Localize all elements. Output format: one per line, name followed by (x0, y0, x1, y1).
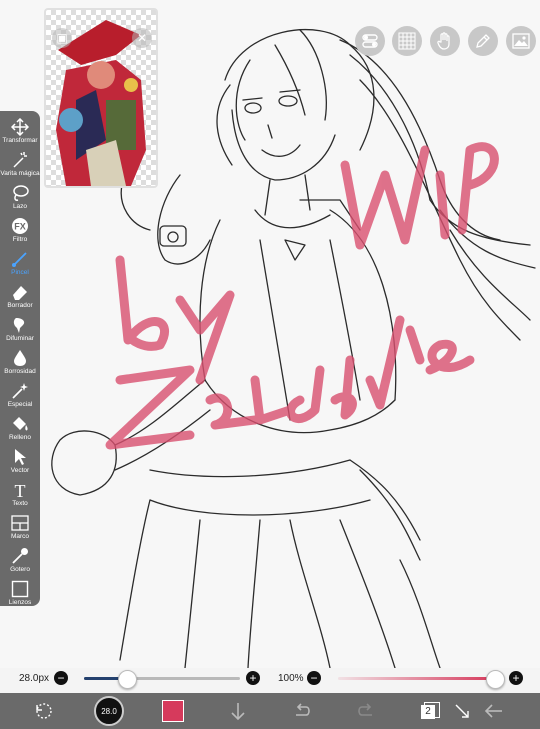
expand-icon (455, 704, 469, 718)
tool-label: Pincel (11, 269, 29, 276)
canvas-icon (11, 580, 29, 598)
hand-icon (437, 32, 450, 50)
tool-label: Marco (10, 533, 30, 540)
tool-label: Vector (10, 467, 30, 474)
reference-image-panel[interactable]: ▣ ✕ (44, 8, 158, 188)
svg-text:T: T (15, 481, 26, 499)
tool-label: Transformar (2, 137, 38, 144)
lock-icon[interactable]: ▣ (52, 28, 72, 48)
tool-transform[interactable]: Transformar (0, 118, 40, 151)
grid-icon (398, 32, 416, 50)
tool-frame[interactable]: Marco (0, 514, 40, 547)
opacity-decrease-button[interactable]: − (307, 671, 321, 685)
tool-label: Filtro (12, 236, 28, 243)
tool-label: Texto (12, 500, 28, 507)
size-increase-button[interactable]: + (246, 671, 260, 685)
magic-wand-icon (13, 152, 27, 168)
undo-icon (296, 703, 310, 716)
tool-fill[interactable]: Relleno (0, 415, 40, 448)
rotate-icon (36, 703, 52, 719)
color-swatch[interactable] (160, 693, 186, 729)
tool-text[interactable]: T Texto (0, 481, 40, 514)
bottom-action-bar: 28.0 2 (0, 693, 540, 729)
undo-button[interactable] (290, 693, 314, 729)
toggle-icon (362, 34, 378, 48)
tool-eyedropper[interactable]: Gotero (0, 547, 40, 580)
tool-label: Lienzos (8, 599, 32, 606)
svg-text:FX: FX (14, 222, 26, 232)
opacity-slider[interactable] (338, 677, 494, 680)
opacity-value: 100% (278, 673, 304, 684)
pen-button[interactable] (468, 26, 498, 56)
tool-canvas[interactable]: Lienzos (0, 580, 40, 613)
size-slider-thumb[interactable] (118, 670, 137, 689)
tool-brush[interactable]: Pincel (0, 250, 40, 283)
tool-smudge[interactable]: Difuminar (0, 316, 40, 349)
smudge-icon (13, 318, 25, 333)
tool-filter[interactable]: FX Filtro (0, 217, 40, 250)
lasso-icon (13, 185, 29, 201)
tool-label: Borrador (7, 302, 33, 309)
back-button[interactable] (482, 693, 506, 729)
toggle-button[interactable] (355, 26, 385, 56)
grid-button[interactable] (392, 26, 422, 56)
eyedropper-icon (12, 548, 28, 564)
tool-label: Gotero (10, 566, 30, 573)
tool-label: Especial (7, 401, 33, 408)
opacity-slider-thumb[interactable] (486, 670, 505, 689)
quick-menu-button[interactable] (30, 693, 58, 729)
watermark-strokes (105, 142, 499, 450)
vector-icon (15, 449, 26, 465)
brush-icon (12, 252, 27, 267)
tool-lasso[interactable]: Lazo (0, 184, 40, 217)
brush-size-value: 28.0px (19, 673, 50, 684)
tool-vector[interactable]: Vector (0, 448, 40, 481)
arrow-left-icon (484, 704, 502, 718)
tool-label: Varita mágica (0, 170, 40, 177)
tool-label: Relleno (8, 434, 32, 441)
text-icon: T (15, 481, 26, 499)
move-icon (11, 118, 29, 136)
tool-special[interactable]: Especial (0, 382, 40, 415)
image-icon (512, 33, 530, 49)
tool-eraser[interactable]: Borrador (0, 283, 40, 316)
brush-size-badge[interactable]: 28.0 (94, 693, 124, 729)
frame-icon (11, 515, 29, 531)
arrow-down-icon (231, 703, 245, 721)
eraser-icon (13, 286, 27, 300)
fx-icon: FX (12, 218, 28, 234)
current-color (162, 700, 184, 722)
brush-size-badge-text: 28.0 (101, 706, 117, 716)
redo-icon (358, 703, 372, 716)
hand-button[interactable] (430, 26, 460, 56)
tool-label: Difuminar (6, 335, 34, 342)
image-button[interactable] (506, 26, 536, 56)
tool-blur[interactable]: Borrosidad (0, 349, 40, 382)
tool-label: Lazo (12, 203, 28, 210)
close-icon[interactable]: ✕ (132, 28, 152, 48)
pen-icon (476, 34, 490, 48)
import-button[interactable] (226, 693, 250, 729)
brush-settings-bar: 28.0px − + 100% − + (0, 666, 540, 692)
layer-expand-button[interactable] (450, 693, 474, 729)
special-icon (12, 383, 28, 399)
opacity-increase-button[interactable]: + (509, 671, 523, 685)
size-decrease-button[interactable]: − (54, 671, 68, 685)
blur-icon (14, 350, 26, 366)
tool-label: Borrosidad (4, 368, 36, 375)
redo-button[interactable] (354, 693, 378, 729)
tool-magic-wand[interactable]: Varita mágica (0, 151, 40, 184)
layer-count: 2 (421, 705, 435, 719)
fill-icon (13, 417, 28, 431)
layers-button[interactable]: 2 (418, 693, 442, 729)
tool-palette: Transformar Varita mágica Lazo FX Filtro… (0, 111, 40, 606)
